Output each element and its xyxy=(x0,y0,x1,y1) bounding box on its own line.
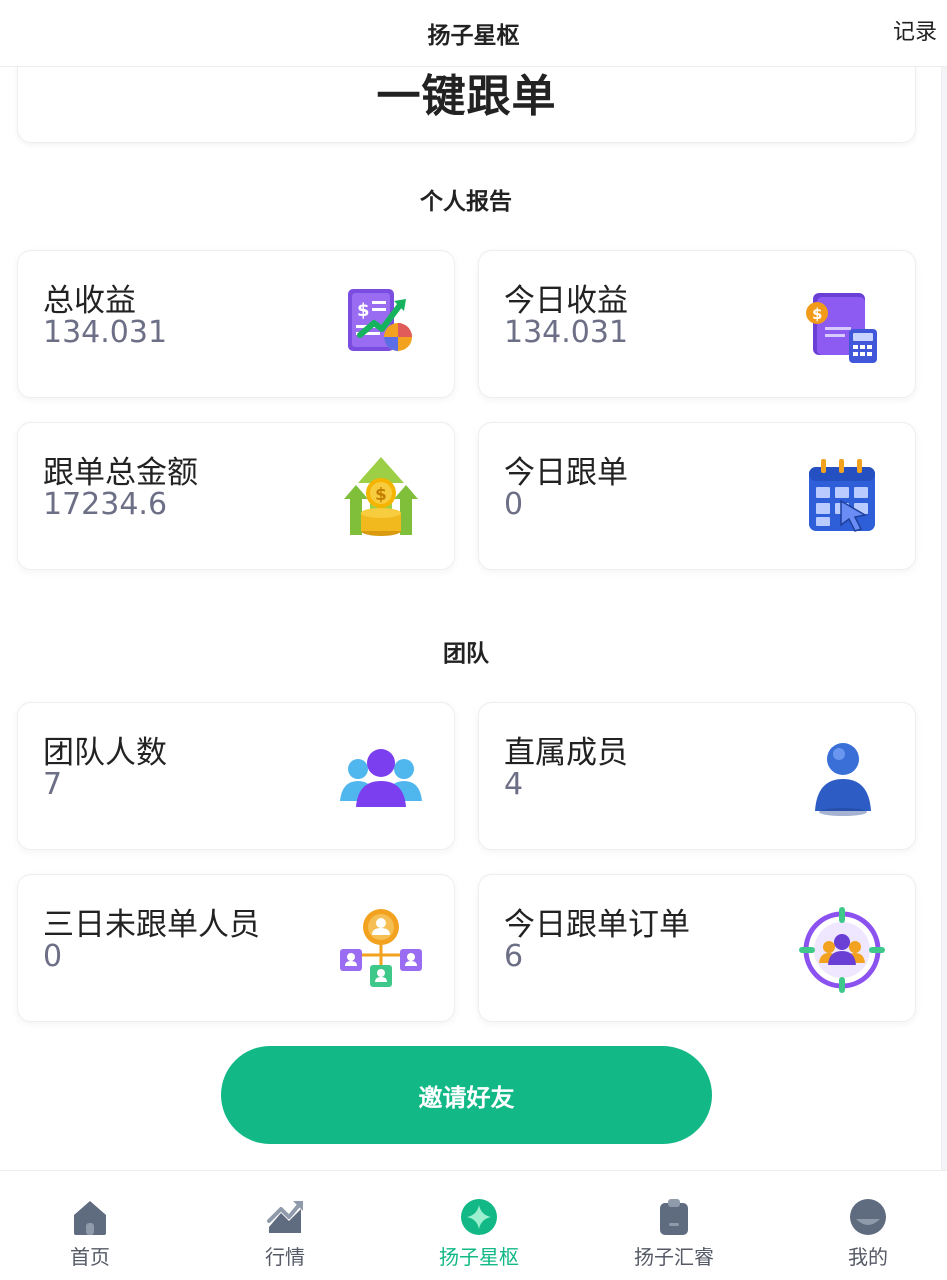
user-network-icon xyxy=(338,907,424,993)
nav-label: 扬子星枢 xyxy=(439,1245,519,1269)
direct-members-card[interactable]: 直属成员 4 xyxy=(478,702,916,850)
svg-text:$: $ xyxy=(357,300,370,321)
today-follow-orders-card[interactable]: 今日跟单订单 6 xyxy=(478,874,916,1022)
card-label: 三日未跟单人员 xyxy=(43,907,260,943)
star-compass-icon xyxy=(459,1197,499,1237)
coins-arrow-up-icon: $ xyxy=(338,455,424,541)
nav-label: 我的 xyxy=(848,1245,888,1269)
card-value: 134.031 xyxy=(504,315,629,350)
card-value: 134.031 xyxy=(43,315,168,350)
nav-item-mine[interactable]: 我的 xyxy=(793,1197,943,1269)
card-value: 17234.6 xyxy=(43,487,168,522)
team-size-card[interactable]: 团队人数 7 xyxy=(17,702,455,850)
card-label: 跟单总金额 xyxy=(43,455,198,491)
nav-label: 首页 xyxy=(70,1245,110,1269)
card-value: 0 xyxy=(504,487,524,522)
card-label: 总收益 xyxy=(43,283,136,319)
home-icon xyxy=(70,1197,110,1237)
card-value: 6 xyxy=(504,939,524,974)
card-value: 7 xyxy=(43,767,63,802)
report-chart-icon: $ xyxy=(338,283,424,369)
card-label: 今日跟单 xyxy=(504,455,628,491)
card-value: 4 xyxy=(504,767,524,802)
trend-chart-icon xyxy=(265,1197,305,1237)
bottom-nav: 首页 行情 扬子星枢 扬子汇睿 我的 xyxy=(0,1170,947,1280)
calendar-click-icon xyxy=(799,455,885,541)
clipboard-icon xyxy=(654,1197,694,1237)
team-group-icon xyxy=(338,735,424,821)
card-label: 今日收益 xyxy=(504,283,628,319)
page: 扬子星枢 记录 一键跟单 个人报告 总收益 134.031 $ 今日收益 134… xyxy=(0,0,947,1280)
top-bar: 扬子星枢 记录 xyxy=(0,0,947,67)
card-label: 团队人数 xyxy=(43,735,167,771)
nav-item-market[interactable]: 行情 xyxy=(210,1197,360,1269)
nav-label: 行情 xyxy=(265,1245,305,1269)
invite-friends-button[interactable]: 邀请好友 xyxy=(221,1046,712,1144)
nav-item-home[interactable]: 首页 xyxy=(15,1197,165,1269)
card-label: 直属成员 xyxy=(504,735,628,771)
team-section-title: 团队 xyxy=(443,641,489,667)
single-user-icon xyxy=(799,735,885,821)
wallet-calculator-icon: $ xyxy=(799,283,885,369)
card-label: 今日跟单订单 xyxy=(504,907,690,943)
profile-icon xyxy=(848,1197,888,1237)
target-team-icon xyxy=(799,907,885,993)
records-link[interactable]: 记录 xyxy=(893,14,937,46)
svg-text:$: $ xyxy=(812,305,822,323)
personal-report-title: 个人报告 xyxy=(420,189,512,215)
scrollbar[interactable] xyxy=(941,67,947,1170)
today-follow-card[interactable]: 今日跟单 0 xyxy=(478,422,916,570)
total-follow-amount-card[interactable]: 跟单总金额 17234.6 $ xyxy=(17,422,455,570)
total-earnings-card[interactable]: 总收益 134.031 $ xyxy=(17,250,455,398)
today-earnings-card[interactable]: 今日收益 134.031 $ xyxy=(478,250,916,398)
inactive-3days-card[interactable]: 三日未跟单人员 0 xyxy=(17,874,455,1022)
nav-item-yangzi-huirui[interactable]: 扬子汇睿 xyxy=(599,1197,749,1269)
nav-item-yangzi-xingshu[interactable]: 扬子星枢 xyxy=(404,1197,554,1269)
one-key-follow-title: 一键跟单 xyxy=(376,71,557,122)
page-title: 扬子星枢 xyxy=(427,23,520,49)
card-value: 0 xyxy=(43,939,63,974)
nav-label: 扬子汇睿 xyxy=(634,1245,714,1269)
svg-text:$: $ xyxy=(375,485,387,505)
